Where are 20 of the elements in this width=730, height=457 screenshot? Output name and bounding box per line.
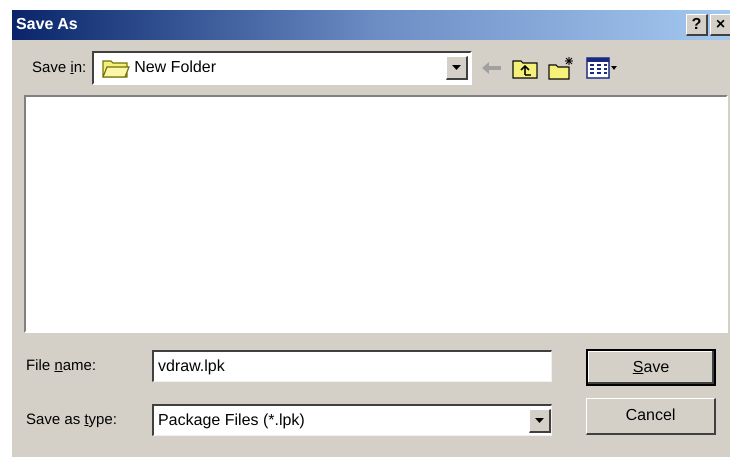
save-in-dropdown[interactable]: New Folder — [92, 51, 472, 85]
caret-down-icon — [452, 65, 462, 70]
cancel-button[interactable]: Cancel — [586, 398, 716, 435]
folder-icon — [102, 58, 130, 78]
file-name-value: vdraw.lpk — [157, 356, 225, 376]
help-button[interactable]: ? — [686, 14, 708, 36]
file-name-label: File name: — [26, 356, 98, 376]
file-name-input[interactable]: vdraw.lpk — [152, 350, 552, 382]
save-as-type-dropdown[interactable]: Package Files (*.lpk) — [152, 404, 552, 436]
window-title: Save As — [16, 15, 79, 35]
file-type-value: Package Files (*.lpk) — [157, 410, 306, 430]
caret-down-icon — [535, 418, 544, 422]
view-menu-icon[interactable] — [586, 57, 618, 79]
save-as-type-label: Save as type: — [26, 410, 118, 430]
save-in-label: Save in: — [32, 58, 86, 78]
folder-name: New Folder — [134, 58, 218, 78]
close-button[interactable]: × — [710, 14, 730, 36]
save-button[interactable]: Save — [586, 349, 716, 386]
dropdown-button[interactable] — [529, 408, 551, 432]
dropdown-button[interactable] — [446, 56, 468, 80]
